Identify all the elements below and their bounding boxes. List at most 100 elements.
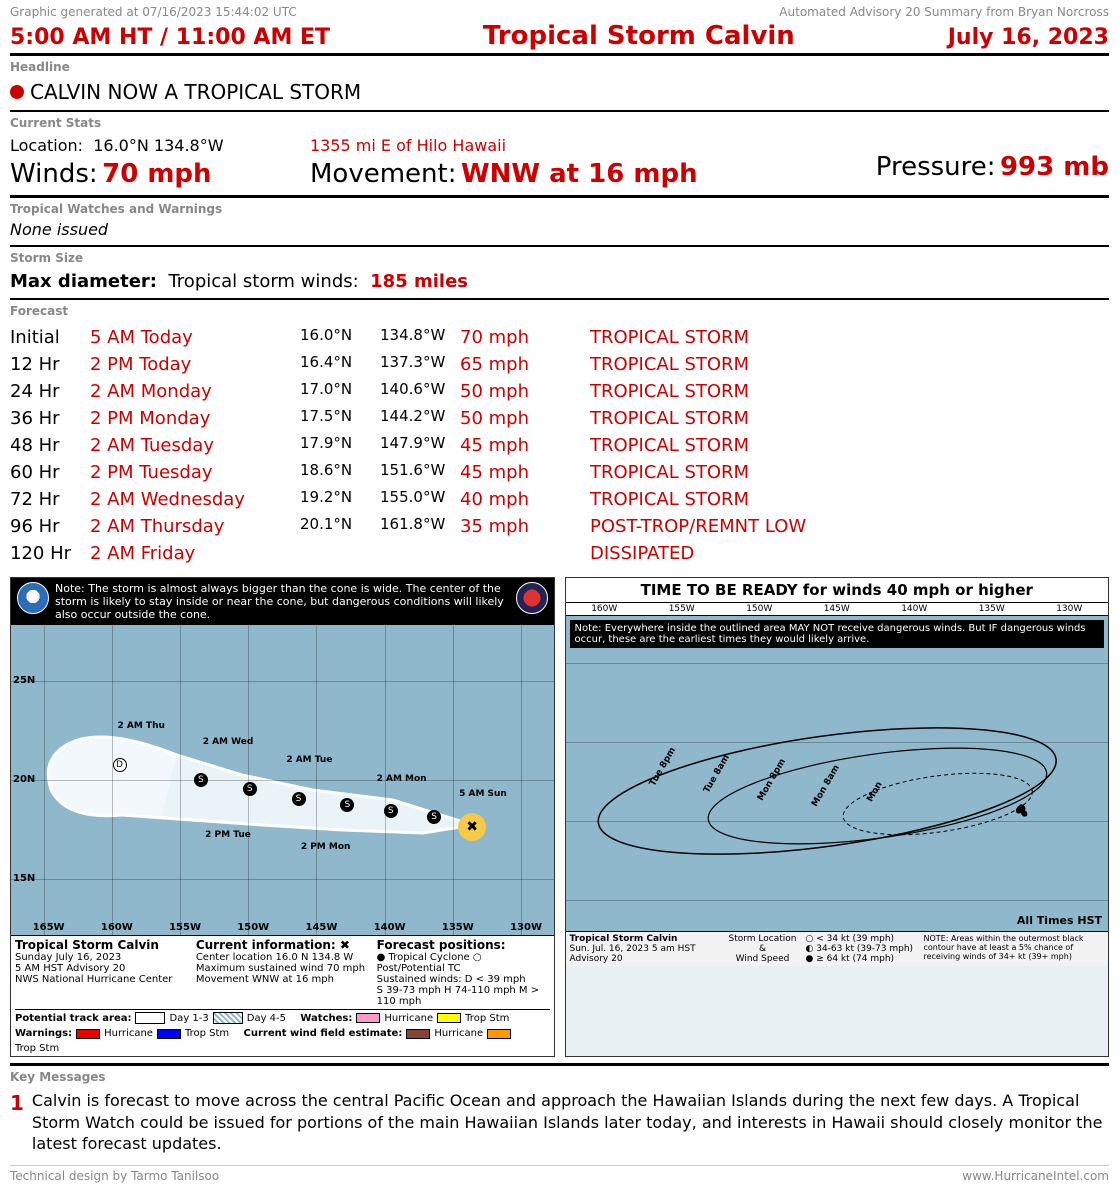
- storm-symbol-icon: [1013, 803, 1029, 819]
- forecast-row: 36 Hr2 PM Monday17.5°N144.2°W50 mphTROPI…: [10, 405, 1109, 432]
- headline-label: Headline: [10, 60, 1109, 74]
- fc-wind: 50 mph: [460, 405, 590, 432]
- header-row: 5:00 AM HT / 11:00 AM ET Tropical Storm …: [10, 21, 1109, 56]
- track-point-icon: S: [292, 792, 306, 806]
- generated-time: Graphic generated at 07/16/2023 15:44:02…: [10, 5, 297, 19]
- fc-wind: 35 mph: [460, 513, 590, 540]
- headline-row: CALVIN NOW A TROPICAL STORM: [10, 76, 1109, 112]
- fc-category: TROPICAL STORM: [590, 432, 1109, 459]
- legend2-k2: ◐ 34-63 kt (39-73 mph): [806, 944, 916, 954]
- legend-agency: NWS National Hurricane Center: [15, 974, 188, 985]
- fc-lon: 161.8°W: [380, 513, 460, 540]
- track-point-label: 2 PM Mon: [301, 842, 351, 852]
- lon-label: 135W: [979, 604, 1005, 614]
- warn-hurricane: Hurricane: [104, 1028, 153, 1039]
- cone-map-body: ✖ 5 AM Sun S S 2 AM Mon S 2 PM Mon S 2 A…: [11, 625, 554, 935]
- lat-label: 20N: [13, 774, 35, 785]
- watches-label: Tropical Watches and Warnings: [10, 202, 1109, 216]
- swatch-icon: [487, 1029, 511, 1039]
- forecast-row: 120 Hr2 AM Friday DISSIPATED: [10, 540, 1109, 567]
- lat-label: 25N: [13, 675, 35, 686]
- day13-label: Day 1-3: [169, 1013, 208, 1024]
- watches-legend-label: Watches:: [300, 1013, 352, 1024]
- fc-hour: 12 Hr: [10, 351, 90, 378]
- movement-label: Movement:: [310, 159, 456, 189]
- watches-text: None issued: [10, 218, 1109, 247]
- max-diameter-label: Max diameter:: [10, 271, 157, 292]
- current-stats: Location: 16.0°N 134.8°W Winds: 70 mph 1…: [10, 132, 1109, 198]
- key-messages: 1Calvin is forecast to move across the c…: [10, 1086, 1109, 1165]
- fc-time: 2 PM Monday: [90, 405, 300, 432]
- fc-lat: 19.2°N: [300, 486, 380, 513]
- arrival-map-title: TIME TO BE READY for winds 40 mph or hig…: [566, 578, 1109, 603]
- legend2-adv: Advisory 20: [570, 954, 720, 964]
- fc-hour: Initial: [10, 324, 90, 351]
- fc-lon: 155.0°W: [380, 486, 460, 513]
- legend-fp-title: Forecast positions:: [377, 938, 550, 952]
- fc-lat: 17.0°N: [300, 378, 380, 405]
- fc-category: TROPICAL STORM: [590, 486, 1109, 513]
- advisory-source: Automated Advisory 20 Summary from Bryan…: [779, 5, 1109, 19]
- arrival-map-legend: Tropical Storm Calvin Sun. Jul. 16, 2023…: [566, 931, 1109, 966]
- footer-url: www.HurricaneIntel.com: [962, 1169, 1109, 1183]
- forecast-row: 12 Hr2 PM Today16.4°N137.3°W65 mphTROPIC…: [10, 351, 1109, 378]
- legend2-note: NOTE: Areas within the outermost black c…: [924, 934, 1105, 964]
- fc-time: 2 PM Today: [90, 351, 300, 378]
- all-times-label: All Times HST: [1017, 914, 1102, 927]
- swatch-icon: [437, 1013, 461, 1023]
- key-message-item: 1Calvin is forecast to move across the c…: [10, 1090, 1109, 1155]
- location-value: 16.0°N 134.8°W: [93, 136, 223, 155]
- cone-map-legend: Tropical Storm Calvin Sunday July 16, 20…: [11, 935, 554, 1056]
- fc-time: 2 AM Tuesday: [90, 432, 300, 459]
- fc-lat: 16.4°N: [300, 351, 380, 378]
- fc-time: 2 AM Friday: [90, 540, 300, 567]
- legend-fp1: ● Tropical Cyclone ○ Post/Potential TC: [377, 952, 550, 974]
- fc-lat: 17.5°N: [300, 405, 380, 432]
- lon-label: 130W: [510, 922, 542, 933]
- track-point-label: 2 AM Tue: [286, 755, 332, 765]
- legend2-date: Sun. Jul. 16, 2023 5 am HST: [570, 944, 720, 954]
- legend-fp3: S 39-73 mph H 74-110 mph M > 110 mph: [377, 985, 550, 1007]
- current-position-x-icon: ✖: [466, 819, 478, 835]
- swatch-icon: [76, 1029, 100, 1039]
- forecast-label: Forecast: [10, 304, 1109, 318]
- lon-label: 155W: [669, 604, 695, 614]
- fc-lat: 20.1°N: [300, 513, 380, 540]
- km-text: Calvin is forecast to move across the ce…: [32, 1090, 1109, 1155]
- fc-lon: 140.6°W: [380, 378, 460, 405]
- arrival-map-body: Note: Everywhere inside the outlined are…: [566, 616, 1109, 931]
- swatch-icon: [356, 1013, 380, 1023]
- fc-category: DISSIPATED: [590, 540, 1109, 567]
- advisory-page: Graphic generated at 07/16/2023 15:44:02…: [0, 0, 1119, 1188]
- headline-text: CALVIN NOW A TROPICAL STORM: [30, 80, 361, 104]
- fc-hour: 120 Hr: [10, 540, 90, 567]
- warn-tropstm: Trop Stm: [185, 1028, 229, 1039]
- lon-label: 145W: [306, 922, 338, 933]
- size-label: Storm Size: [10, 251, 1109, 265]
- footer: Technical design by Tarmo Tanilsoo www.H…: [10, 1165, 1109, 1183]
- fc-wind: 45 mph: [460, 459, 590, 486]
- legend-fp2: Sustained winds: D < 39 mph: [377, 974, 550, 985]
- cone-map: Note: The storm is almost always bigger …: [10, 577, 555, 1057]
- fc-category: TROPICAL STORM: [590, 459, 1109, 486]
- stats-label: Current Stats: [10, 116, 1109, 130]
- track-point-label: 2 AM Wed: [203, 737, 254, 747]
- forecast-row: 96 Hr2 AM Thursday20.1°N161.8°W35 mphPOS…: [10, 513, 1109, 540]
- legend2-k1: ○ < 34 kt (39 mph): [806, 934, 916, 944]
- advisory-time: 5:00 AM HT / 11:00 AM ET: [10, 25, 330, 50]
- lon-label: 155W: [169, 922, 201, 933]
- track-point-icon: S: [340, 798, 354, 812]
- forecast-row: 48 Hr2 AM Tuesday17.9°N147.9°W45 mphTROP…: [10, 432, 1109, 459]
- warnings-legend-label: Warnings:: [15, 1028, 72, 1039]
- fc-lon: 137.3°W: [380, 351, 460, 378]
- top-meta: Graphic generated at 07/16/2023 15:44:02…: [10, 5, 1109, 19]
- lon-label: 135W: [442, 922, 474, 933]
- lon-label: 160W: [591, 604, 617, 614]
- lon-label: 145W: [824, 604, 850, 614]
- fc-lat: 18.6°N: [300, 459, 380, 486]
- legend-center-loc: Center location 16.0 N 134.8 W: [196, 952, 369, 963]
- track-point-icon: S: [243, 782, 257, 796]
- legend2-k3: ● ≥ 64 kt (74 mph): [806, 954, 916, 964]
- fc-category: TROPICAL STORM: [590, 405, 1109, 432]
- fc-time: 2 AM Thursday: [90, 513, 300, 540]
